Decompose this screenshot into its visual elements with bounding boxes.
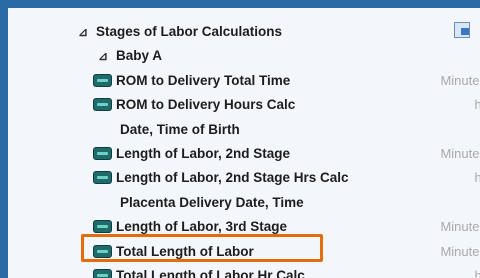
group-label: Stages of Labor Calculations <box>96 24 283 39</box>
row-label: Length of Labor, 2nd Stage Hrs Calc <box>116 170 349 186</box>
calculation-icon <box>93 171 112 185</box>
row-label: Placenta Delivery Date, Time <box>120 194 304 210</box>
collapse-icon[interactable]: ⊿ <box>78 20 88 44</box>
tree-row[interactable]: ROM to Delivery Hours Calc hr <box>8 93 480 117</box>
subgroup-label: Baby A <box>116 48 163 64</box>
tree-group-stages-of-labor[interactable]: ⊿ Stages of Labor Calculations <box>8 20 480 44</box>
unit-label: Minutes <box>440 219 480 235</box>
unit-label: Minutes <box>440 243 480 259</box>
collapse-icon[interactable]: ⊿ <box>98 44 108 68</box>
tree-row[interactable]: Length of Labor, 2nd Stage Hrs Calc hr <box>8 166 480 190</box>
tree-row[interactable]: Date, Time of Birth <box>8 118 480 142</box>
calculation-icon <box>93 268 112 278</box>
row-label: ROM to Delivery Total Time <box>116 72 291 88</box>
unit-label: Minutes <box>440 145 480 161</box>
unit-label: hr <box>474 170 480 186</box>
unit-label: hr <box>474 267 480 278</box>
row-label: Length of Labor, 2nd Stage <box>116 145 291 161</box>
row-label: Total Length of Labor Hr Calc <box>116 267 305 278</box>
unit-label: Minutes <box>440 72 480 88</box>
tree-row[interactable]: Length of Labor, 2nd Stage Minutes <box>8 142 480 166</box>
tree-row[interactable]: ROM to Delivery Total Time Minutes <box>8 69 480 93</box>
row-label: ROM to Delivery Hours Calc <box>116 97 296 113</box>
tree-row[interactable]: Placenta Delivery Date, Time <box>8 191 480 215</box>
calculations-panel: ⊿ Stages of Labor Calculations ⊿ Baby A … <box>8 8 480 278</box>
highlight-box <box>81 234 323 262</box>
calculation-icon <box>93 98 112 112</box>
calculation-icon <box>93 220 112 234</box>
calculation-icon <box>93 73 112 87</box>
unit-label: hr <box>474 97 480 113</box>
calculation-icon <box>93 146 112 160</box>
tree-row[interactable]: Total Length of Labor Hr Calc hr <box>8 264 480 278</box>
tree-subgroup-baby-a[interactable]: ⊿ Baby A <box>8 44 480 68</box>
row-label: Date, Time of Birth <box>120 121 240 137</box>
